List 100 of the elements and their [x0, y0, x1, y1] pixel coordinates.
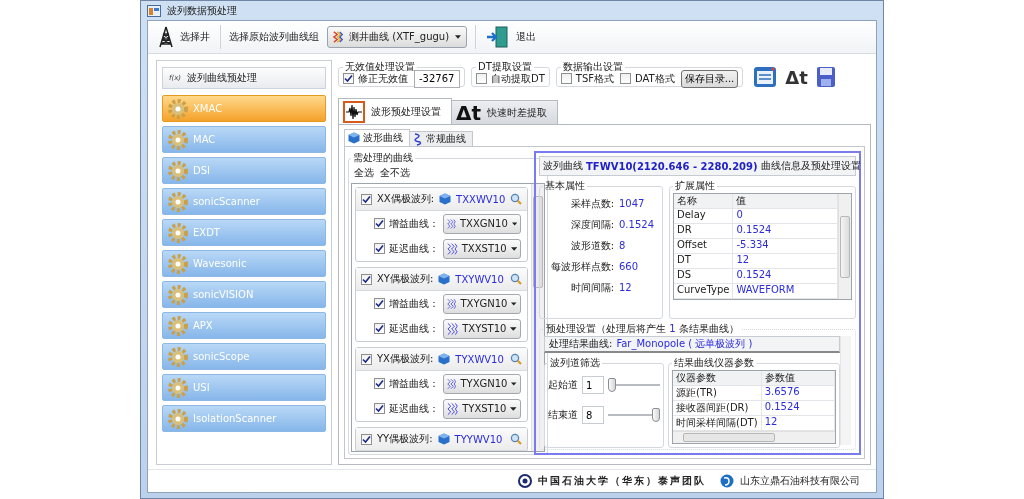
exit-button[interactable]: 退出: [484, 23, 538, 51]
delta-t-button[interactable]: Δt: [785, 66, 808, 88]
tab[interactable]: Δt 快速时差提取: [451, 100, 559, 124]
slider-thumb[interactable]: [652, 408, 660, 422]
field-value: 660: [619, 261, 640, 272]
wave-lines-icon: [447, 216, 456, 231]
search-icon[interactable]: [510, 193, 523, 205]
curve-name: TYYWV10: [454, 433, 503, 445]
curve-name: TFWV10(2120.646 - 2280.209): [586, 160, 758, 172]
scrollbar[interactable]: [838, 194, 851, 299]
wave-lines-icon: [447, 376, 457, 391]
checkbox[interactable]: [476, 73, 487, 84]
result-label: 处理结果曲线:: [549, 337, 613, 351]
group-label: XX偶极波列:: [377, 192, 435, 206]
slider-thumb[interactable]: [608, 378, 616, 392]
sidebar-title: 波列曲线预处理: [187, 71, 258, 85]
cube-icon: [348, 132, 360, 144]
row-label: 增益曲线：: [389, 216, 439, 231]
table-cell: CurveType: [674, 284, 734, 299]
checkbox[interactable]: [361, 193, 372, 205]
globe-icon: [720, 474, 734, 488]
scrollbar[interactable]: [840, 336, 851, 445]
cube-icon: [437, 433, 450, 445]
checkbox[interactable]: [374, 323, 385, 334]
window-title: 波列数据预处理: [167, 3, 237, 18]
app-icon: [147, 4, 161, 17]
search-icon[interactable]: [510, 433, 523, 445]
select-all-link[interactable]: 全选: [354, 166, 374, 180]
group-title: DT提取设置: [477, 60, 533, 74]
checkbox[interactable]: [361, 353, 372, 365]
checkbox-label: TSF格式: [575, 72, 615, 86]
select-well-button[interactable]: 选择井: [156, 24, 212, 50]
group-title: 基本属性: [544, 179, 586, 193]
group-label: XY偶极波列:: [377, 272, 434, 286]
caret-icon: [511, 221, 517, 226]
table-cell: 接收器间距(DR): [673, 401, 762, 416]
row-label: 增益曲线：: [389, 376, 439, 391]
channel-field[interactable]: 1: [582, 376, 604, 394]
select-none-link[interactable]: 全不选: [380, 166, 410, 180]
tab[interactable]: 波形曲线: [344, 129, 410, 146]
group-title: 需处理的曲线: [352, 151, 414, 165]
save-directory-button[interactable]: 保存目录...: [680, 69, 739, 88]
input-field[interactable]: -32767: [414, 69, 460, 88]
curve-dropdown[interactable]: TXXGN10: [443, 213, 521, 234]
curve-dropdown[interactable]: TYXGN10: [443, 373, 521, 394]
checkbox[interactable]: [374, 403, 385, 414]
group-title: 数据输出设置: [561, 60, 624, 74]
channel-field[interactable]: 8: [582, 406, 604, 424]
column-header: 参数值: [761, 371, 835, 386]
group-title: 结果曲线仪器参数: [673, 356, 755, 370]
checkbox[interactable]: [374, 218, 385, 229]
group-label: YY偶极波列:: [377, 432, 433, 446]
channel-label: 起始道: [548, 378, 578, 392]
window-icon[interactable]: [753, 66, 778, 88]
field-label: 采样点数:: [569, 196, 614, 211]
row-label: 增益曲线：: [389, 296, 439, 311]
wave-lines-icon: [447, 296, 457, 311]
caret-icon: [511, 301, 517, 306]
checkbox[interactable]: [374, 378, 385, 389]
row-label: 延迟曲线：: [389, 241, 439, 256]
delta-t-icon: Δt: [456, 100, 482, 125]
curve-dropdown[interactable]: TXYGN10: [443, 293, 521, 314]
curve-group-dropdown[interactable]: 测井曲线 (XTF_gugu): [327, 26, 467, 48]
curve-dropdown[interactable]: TXXST10: [443, 238, 521, 259]
cube-icon: [438, 273, 451, 285]
field-label: 每波形样点数:: [549, 259, 614, 274]
wave-lines-icon: [447, 241, 458, 256]
checkbox[interactable]: [620, 73, 632, 84]
save-icon[interactable]: [815, 66, 836, 88]
field-value: 1047: [619, 198, 646, 209]
gear-icon: [167, 221, 189, 244]
search-icon[interactable]: [510, 273, 523, 285]
tab[interactable]: 常规曲线: [409, 131, 473, 146]
group-title: 无效值处理设置: [344, 60, 416, 74]
checkbox[interactable]: [374, 243, 385, 254]
curve-dropdown[interactable]: TYXST10: [443, 398, 521, 419]
group-title: 波列道筛选: [549, 356, 601, 370]
emblem-icon: [518, 474, 532, 488]
checkbox[interactable]: [361, 273, 372, 285]
table-cell: DS: [674, 269, 734, 284]
search-icon[interactable]: [510, 353, 523, 365]
scrollbar[interactable]: [673, 431, 835, 443]
waveform-icon: [343, 100, 365, 123]
checkbox[interactable]: [560, 73, 572, 84]
checkbox[interactable]: [374, 298, 385, 309]
company-name: 山东立鼎石油科技有限公司: [740, 474, 860, 488]
tab[interactable]: 波形预处理设置: [338, 98, 452, 124]
checkbox[interactable]: [343, 73, 354, 84]
cube-icon: [439, 193, 452, 205]
caret-icon: [511, 381, 517, 386]
zigzag-icon: [333, 30, 344, 44]
gear-icon: [167, 376, 189, 399]
field-value: 8: [619, 240, 627, 251]
field-label: 时间间隔:: [569, 280, 614, 295]
curve-dropdown[interactable]: TXYST10: [443, 318, 521, 339]
checkbox[interactable]: [361, 433, 372, 445]
field-label: 深度间隔:: [569, 217, 614, 232]
column-header: 名称: [674, 194, 734, 209]
checkbox-label: 自动提取DT: [491, 72, 545, 86]
field-value: 0.1524: [619, 219, 655, 230]
